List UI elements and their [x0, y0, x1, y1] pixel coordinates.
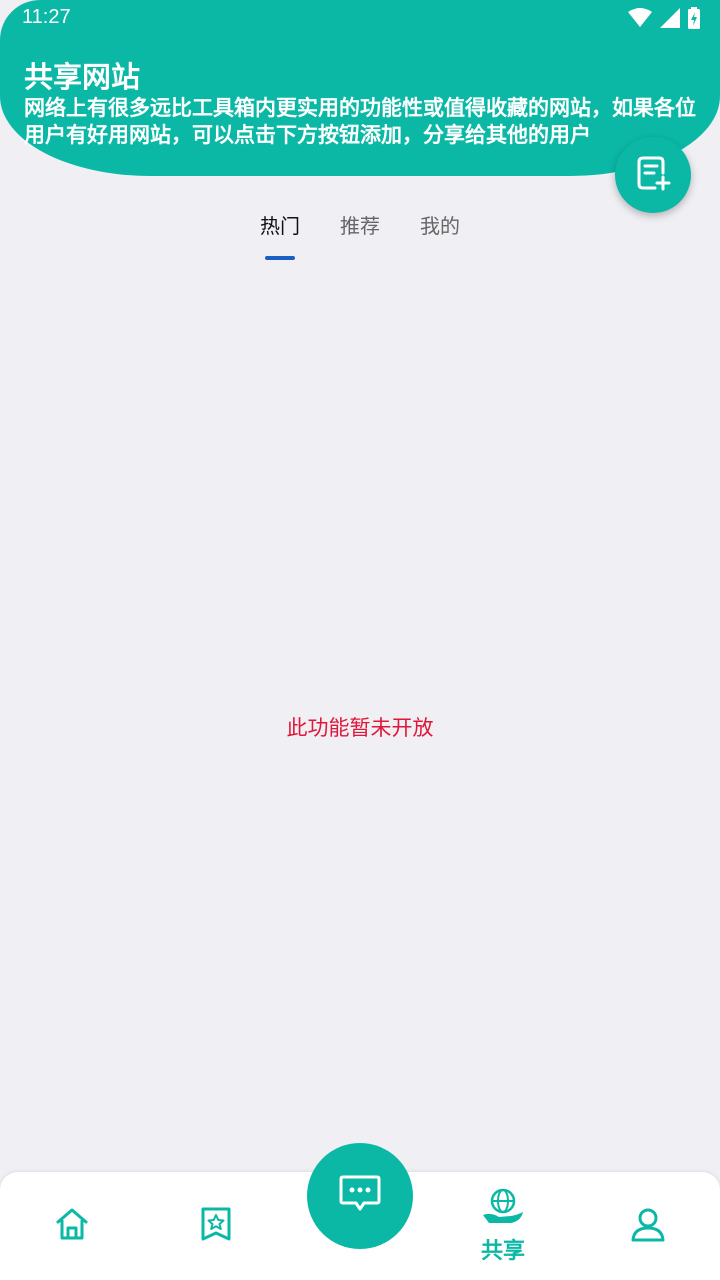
globe-hand-icon	[481, 1187, 525, 1231]
tab-label: 推荐	[340, 214, 380, 238]
nav-share-label: 共享	[480, 1239, 525, 1264]
status-time: 11:27	[22, 6, 71, 28]
feature-unavailable-message: 此功能暂未开放	[286, 716, 434, 740]
battery-charging-icon	[688, 7, 700, 33]
nav-profile[interactable]	[603, 1172, 693, 1280]
app-screen: 11:27 共享网站 网络上有很多远比工具箱内更实用的功能性或值得收藏的网站，如…	[0, 0, 720, 1280]
cellular-signal-icon	[660, 8, 680, 32]
status-icons	[628, 7, 700, 33]
nav-share[interactable]: 共享	[458, 1172, 548, 1280]
chat-icon	[338, 1174, 382, 1218]
page-title: 共享网站	[24, 60, 141, 94]
tab-label: 热门	[260, 214, 300, 238]
add-note-icon	[633, 153, 673, 197]
category-tabs: 热门 推荐 我的	[0, 206, 720, 266]
user-icon	[630, 1206, 666, 1246]
tab-hot[interactable]: 热门	[258, 206, 302, 260]
tab-recommended[interactable]: 推荐	[338, 206, 382, 246]
tab-active-indicator	[265, 256, 295, 260]
status-bar: 11:27	[0, 0, 720, 36]
tab-label: 我的	[420, 214, 460, 238]
home-icon	[54, 1206, 90, 1246]
nav-home[interactable]	[27, 1172, 117, 1280]
nav-favorites[interactable]	[171, 1172, 261, 1280]
tab-mine[interactable]: 我的	[418, 206, 462, 246]
star-bookmark-icon	[199, 1206, 233, 1246]
wifi-icon	[628, 8, 652, 32]
page-description: 网络上有很多远比工具箱内更实用的功能性或值得收藏的网站，如果各位用户有好用网站，…	[24, 96, 696, 147]
add-website-button[interactable]	[615, 137, 691, 213]
chat-button[interactable]	[307, 1143, 413, 1249]
